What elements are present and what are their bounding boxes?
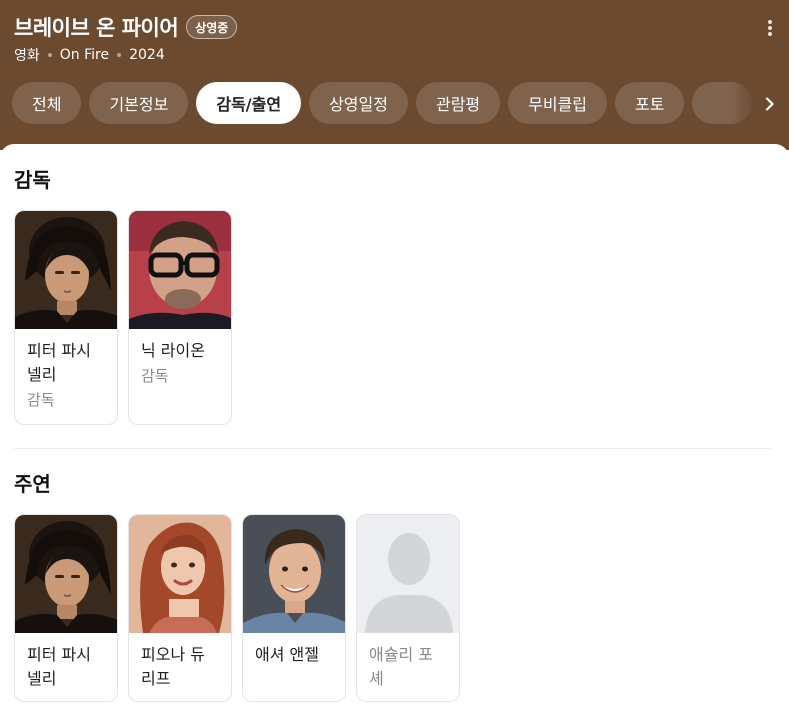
tab-photos[interactable]: 포토 bbox=[615, 82, 685, 124]
person-name: 피터 파시 넬리 bbox=[27, 645, 91, 688]
meta-separator bbox=[47, 53, 52, 57]
person-card[interactable]: 애셔 앤젤 bbox=[242, 514, 346, 702]
cast-list: 피터 파시 넬리 피오나 듀리프 애셔 앤젤 애슐리 포셰 bbox=[14, 514, 470, 702]
movie-meta: 영화 On Fire 2024 bbox=[14, 45, 165, 65]
person-name: 피오나 듀리프 bbox=[141, 645, 205, 688]
chevron-right-icon bbox=[765, 97, 774, 111]
status-badge: 상영중 bbox=[186, 15, 238, 39]
person-card[interactable]: 애슐리 포셰 bbox=[356, 514, 460, 702]
tab-showtimes[interactable]: 상영일정 bbox=[309, 82, 408, 124]
person-name: 애슐리 포셰 bbox=[369, 645, 433, 688]
person-card[interactable]: 피터 파시 넬리 감독 bbox=[14, 210, 118, 425]
person-role: 감독 bbox=[27, 391, 55, 409]
person-photo bbox=[15, 211, 117, 329]
person-card[interactable]: 피오나 듀리프 bbox=[128, 514, 232, 702]
title-row: 브레이브 온 파이어 상영중 bbox=[14, 12, 238, 42]
person-photo bbox=[357, 515, 459, 633]
tab-bar: 전체 기본정보 감독/출연 상영일정 관람평 무비클립 포토 bbox=[12, 82, 789, 126]
tab-reviews[interactable]: 관람평 bbox=[415, 82, 501, 124]
director-list: 피터 파시 넬리 감독 닉 라이온 감독 bbox=[14, 210, 242, 425]
movie-title[interactable]: 브레이브 온 파이어 bbox=[14, 12, 179, 42]
director-section-title: 감독 bbox=[14, 168, 51, 192]
meta-separator bbox=[117, 53, 122, 57]
person-card[interactable]: 피터 파시 넬리 bbox=[14, 514, 118, 702]
placeholder-silhouette-icon bbox=[357, 515, 459, 633]
meta-year: 2024 bbox=[129, 47, 165, 63]
person-photo bbox=[129, 515, 231, 633]
person-name: 닉 라이온 bbox=[141, 341, 205, 360]
cast-section-title: 주연 bbox=[14, 472, 51, 496]
tab-all[interactable]: 전체 bbox=[12, 82, 82, 124]
kebab-menu-icon[interactable] bbox=[760, 18, 780, 38]
main-content: 감독 피터 파시 넬리 감독 닉 라이온 감독 주연 피터 파시 넬리 피오나 … bbox=[0, 144, 789, 707]
movie-header: 브레이브 온 파이어 상영중 영화 On Fire 2024 전체 기본정보 감… bbox=[0, 0, 789, 150]
person-name: 피터 파시 넬리 bbox=[27, 341, 91, 384]
meta-original-title: On Fire bbox=[59, 47, 110, 63]
person-card[interactable]: 닉 라이온 감독 bbox=[128, 210, 232, 425]
person-photo bbox=[129, 211, 231, 329]
section-divider bbox=[14, 448, 771, 449]
person-photo bbox=[15, 515, 117, 633]
tab-scroll-next-button[interactable] bbox=[731, 82, 789, 126]
meta-type: 영화 bbox=[14, 48, 40, 64]
tab-basic-info[interactable]: 기본정보 bbox=[89, 82, 189, 124]
tab-movie-clips[interactable]: 무비클립 bbox=[508, 82, 608, 124]
person-photo bbox=[243, 515, 345, 633]
person-role: 감독 bbox=[141, 367, 169, 385]
tab-director-cast[interactable]: 감독/출연 bbox=[196, 82, 302, 124]
person-name: 애셔 앤젤 bbox=[255, 645, 319, 664]
